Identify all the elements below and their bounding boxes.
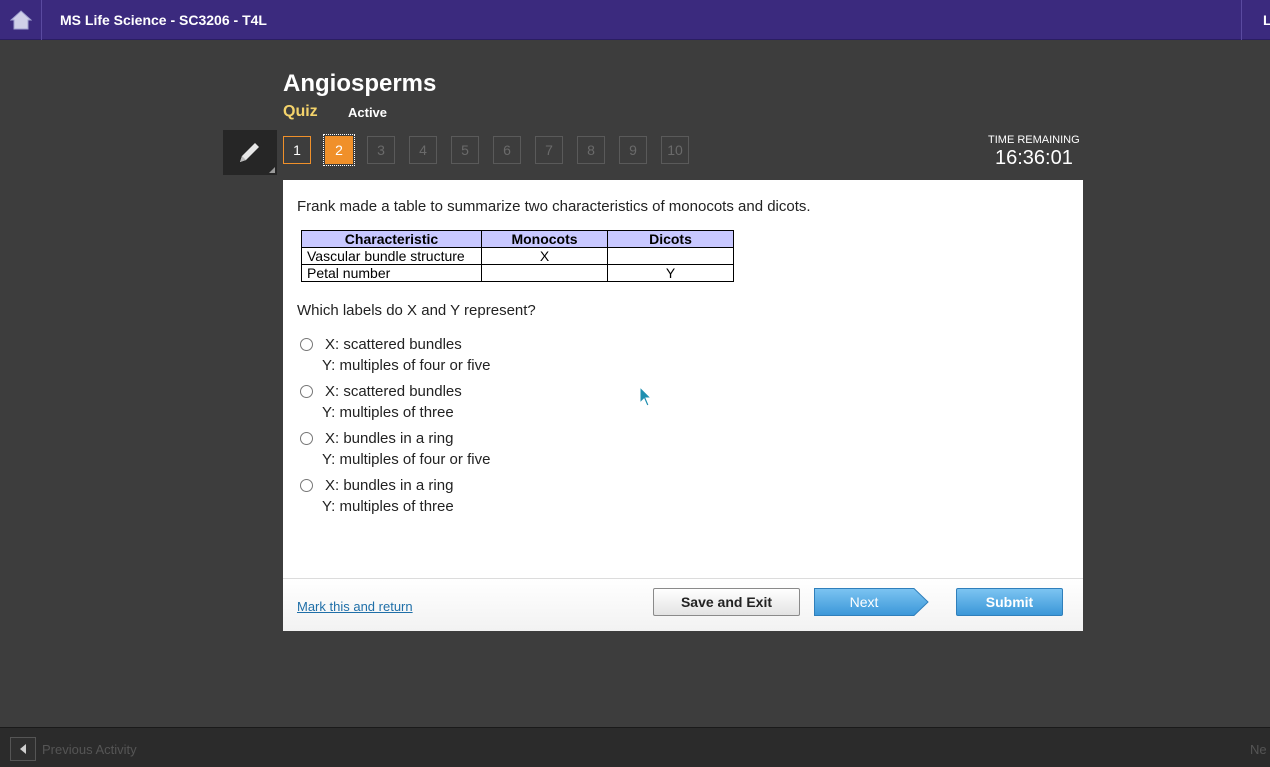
- previous-activity-label[interactable]: Previous Activity: [42, 742, 137, 757]
- question-nav-1[interactable]: 1: [283, 136, 311, 164]
- activity-type: Quiz: [283, 103, 318, 120]
- bottom-bar: Previous Activity Ne: [0, 727, 1270, 767]
- answer-choice-2[interactable]: X: scattered bundles Y: multiples of thr…: [300, 383, 600, 429]
- question-footer: Mark this and return Save and Exit Next …: [283, 578, 1083, 631]
- activity-title: Angiosperms: [283, 70, 437, 97]
- pencil-icon: [240, 142, 259, 162]
- next-button-label: Next: [849, 594, 879, 610]
- next-button[interactable]: Next: [814, 588, 929, 616]
- question-nav-2[interactable]: 2: [323, 134, 355, 166]
- choice-line: X: scattered bundles: [325, 383, 462, 400]
- mark-and-return-link[interactable]: Mark this and return: [297, 599, 413, 614]
- activity-status: Active: [348, 105, 388, 120]
- choice-line: X: bundles in a ring: [325, 477, 454, 494]
- radio-button[interactable]: [300, 479, 313, 492]
- home-button[interactable]: [0, 0, 42, 40]
- answer-choice-3[interactable]: X: bundles in a ring Y: multiples of fou…: [300, 430, 600, 476]
- question-nav-3[interactable]: 3: [367, 136, 395, 164]
- choice-line: X: bundles in a ring: [325, 430, 454, 447]
- top-bar: MS Life Science - SC3206 - T4L L: [0, 0, 1270, 40]
- answer-choice-4[interactable]: X: bundles in a ring Y: multiples of thr…: [300, 477, 600, 523]
- course-title: MS Life Science - SC3206 - T4L: [60, 12, 267, 28]
- choice-line: Y: multiples of four or five: [322, 357, 491, 374]
- question-nav-4[interactable]: 4: [409, 136, 437, 164]
- question-nav-9[interactable]: 9: [619, 136, 647, 164]
- table-cell: Vascular bundle structure: [301, 247, 482, 265]
- choice-line: Y: multiples of three: [322, 498, 454, 515]
- table-header: Characteristic: [301, 230, 482, 248]
- table-cell: [481, 264, 608, 282]
- timer-label: TIME REMAINING: [988, 134, 1080, 146]
- question-text: Which labels do X and Y represent?: [297, 302, 536, 319]
- table-row: Vascular bundle structure X: [301, 247, 734, 265]
- characteristics-table: Characteristic Monocots Dicots Vascular …: [301, 230, 734, 282]
- table-row: Petal number Y: [301, 264, 734, 282]
- chevron-left-icon: [20, 744, 26, 754]
- topbar-right-menu[interactable]: L: [1263, 12, 1270, 28]
- table-cell: X: [481, 247, 608, 265]
- choice-line: X: scattered bundles: [325, 336, 462, 353]
- topbar-divider: [1241, 0, 1242, 40]
- question-nav-8[interactable]: 8: [577, 136, 605, 164]
- timer-value: 16:36:01: [995, 147, 1073, 169]
- question-panel: Frank made a table to summarize two char…: [283, 180, 1083, 631]
- answer-choice-1[interactable]: X: scattered bundles Y: multiples of fou…: [300, 336, 600, 382]
- question-nav-6[interactable]: 6: [493, 136, 521, 164]
- pencil-tool-button[interactable]: [223, 130, 277, 175]
- choice-line: Y: multiples of three: [322, 404, 454, 421]
- home-icon: [9, 10, 32, 30]
- radio-button[interactable]: [300, 432, 313, 445]
- choice-line: Y: multiples of four or five: [322, 451, 491, 468]
- table-cell: Y: [607, 264, 734, 282]
- question-prompt: Frank made a table to summarize two char…: [297, 198, 811, 215]
- table-cell: [607, 247, 734, 265]
- save-and-exit-button[interactable]: Save and Exit: [653, 588, 800, 616]
- table-header: Monocots: [481, 230, 608, 248]
- previous-activity-button[interactable]: [10, 737, 36, 761]
- table-cell: Petal number: [301, 264, 482, 282]
- mouse-cursor-icon: [639, 386, 653, 407]
- table-header: Dicots: [607, 230, 734, 248]
- pencil-menu-corner: [269, 167, 275, 173]
- submit-button[interactable]: Submit: [956, 588, 1063, 616]
- question-nav-7[interactable]: 7: [535, 136, 563, 164]
- radio-button[interactable]: [300, 385, 313, 398]
- question-nav-10[interactable]: 10: [661, 136, 689, 164]
- next-activity-label[interactable]: Ne: [1250, 742, 1270, 757]
- table-header-row: Characteristic Monocots Dicots: [301, 230, 734, 248]
- question-nav-5[interactable]: 5: [451, 136, 479, 164]
- radio-button[interactable]: [300, 338, 313, 351]
